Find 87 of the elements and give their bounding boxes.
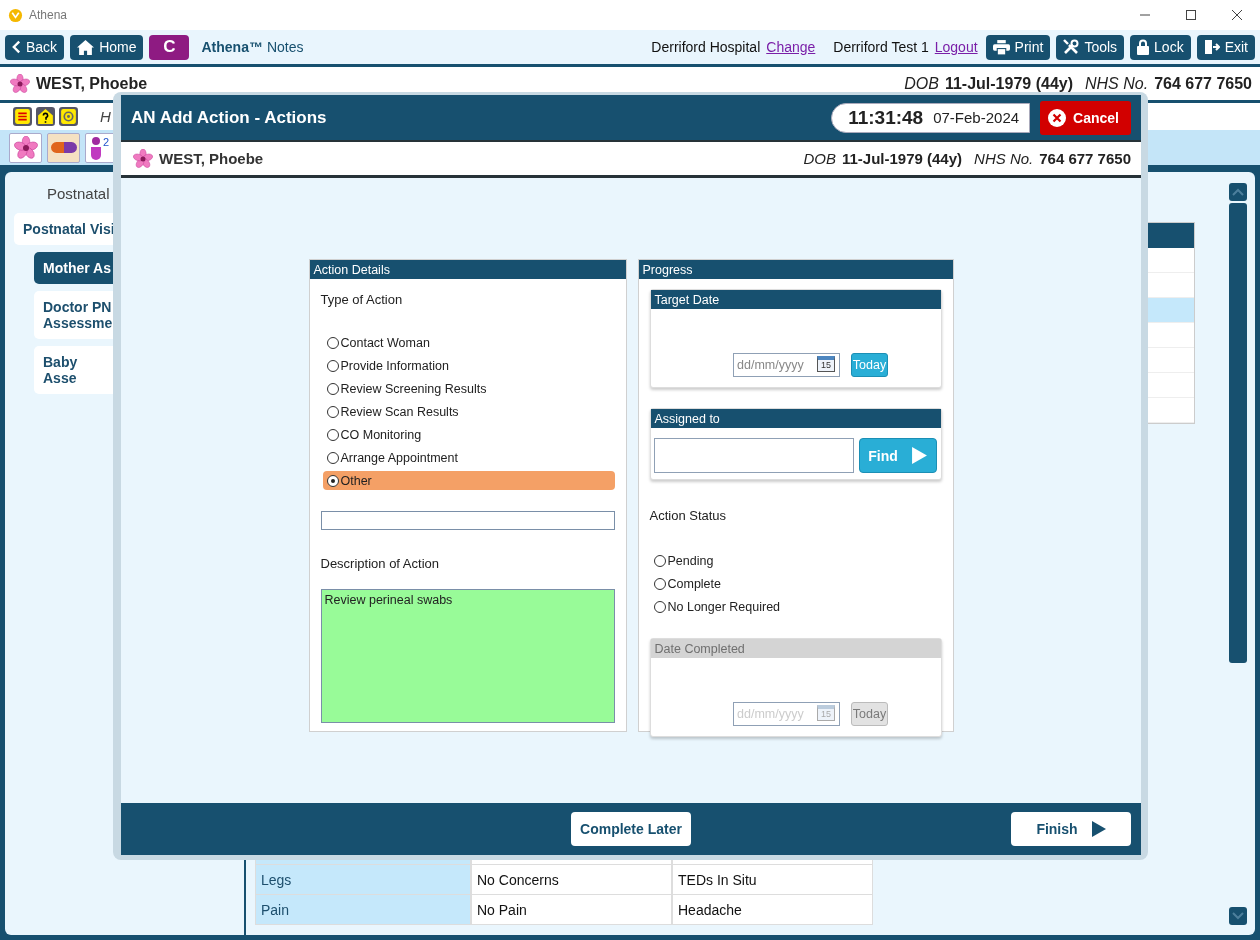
flower-icon [133,148,153,169]
radio-option[interactable]: No Longer Required [649,597,942,616]
flower-button[interactable] [9,132,42,163]
print-button[interactable]: Print [985,34,1051,60]
lock-icon [1137,39,1150,55]
lock-button[interactable]: Lock [1130,34,1191,60]
radio-option[interactable]: Arrange Appointment [322,448,615,467]
gear-icon [59,107,78,126]
field-label: Action Status [649,508,728,523]
description-field[interactable]: Review perineal swabs [320,589,615,723]
home-icon [77,39,95,55]
close-icon [1048,108,1067,127]
app-name: Notes [266,39,304,55]
app-logo-icon [8,7,23,23]
play-icon [911,447,927,464]
tools-icon [1063,39,1080,55]
radio-option[interactable]: CO Monitoring [322,425,615,444]
nhs-label: NHS No. [974,150,1034,167]
exit-button[interactable]: Exit [1196,34,1255,60]
scroll-up-button[interactable] [1229,183,1247,201]
cancel-button[interactable]: Cancel [1040,100,1131,135]
table-cell: No Pain [471,895,672,925]
clock-time: 11:31:48 [848,106,924,129]
person-icon [90,135,102,160]
table-cell: TEDs In Situ [672,865,873,895]
scroll-down-button[interactable] [1229,907,1247,925]
close-icon [1231,9,1243,21]
table-cell: Pain [255,895,471,925]
calendar-button[interactable]: 15 [817,356,835,372]
chevron-up-icon [1232,188,1244,196]
alert-icon [13,107,32,126]
alert-text: H [100,108,111,125]
chevron-down-icon [1232,912,1244,920]
panel-header: Action Details [309,260,626,279]
window-title: Athena [29,8,68,22]
radio-option[interactable]: Provide Information [322,356,615,375]
field-label: Description of Action [320,556,440,571]
home-button[interactable]: Home [70,34,144,60]
dialog-title: AN Add Action - Actions [131,107,327,128]
card-header: Assigned to [650,409,941,428]
other-text-field[interactable] [320,511,615,530]
nhs-value: 764 677 7650 [1039,150,1131,167]
card-header: Target Date [650,290,941,309]
dob-label: DOB [904,74,939,93]
tools-button[interactable]: Tools [1056,34,1125,60]
capsule-icon [50,142,77,153]
dob-value: 11-Jul-1979 (44y) [841,150,963,167]
radio-option[interactable]: Contact Woman [322,333,615,352]
location-text: Derriford Hospital [651,39,761,55]
patient-name: WEST, Phoebe [159,150,264,167]
field-label: Type of Action [320,292,404,307]
play-icon [1091,821,1106,837]
table-cell: No Concerns [471,865,672,895]
printer-icon [992,39,1010,55]
radio-option[interactable]: Review Screening Results [322,379,615,398]
help-icon [36,107,55,126]
flower-icon [10,73,30,94]
change-link[interactable]: Change [766,39,816,55]
nhs-label: NHS No. [1085,74,1149,93]
table-cell: Headache [672,895,873,925]
exit-icon [1203,39,1220,55]
dob-value: 11-Jul-1979 (44y) [944,74,1073,93]
scrollbar-thumb[interactable] [1229,203,1247,663]
radio-option[interactable]: Complete [649,574,942,593]
nhs-value: 764 677 7650 [1154,74,1252,93]
radio-option[interactable]: Pending [649,551,942,570]
flower-icon [13,135,38,160]
section-heading: Postnatal [46,185,111,202]
chevron-left-icon [12,40,21,54]
card-header: Date Completed [650,639,941,658]
logout-link[interactable]: Logout [934,39,978,55]
patient-name: WEST, Phoebe [36,74,148,93]
complete-later-button[interactable]: Complete Later [571,812,691,846]
user-text: Derriford Test 1 [833,39,929,55]
letter-button[interactable]: C [149,34,190,60]
dob-label: DOB [803,150,836,167]
radio-option[interactable]: Review Scan Results [322,402,615,421]
radio-option[interactable]: Other [322,471,615,490]
brand-name: Athena™ [201,39,263,55]
assignee-field[interactable] [653,438,854,473]
finish-button[interactable]: Finish [1011,812,1131,846]
clock-date: 07-Feb-2024 [933,109,1020,126]
back-button[interactable]: Back [5,34,65,60]
table-cell: Legs [255,865,471,895]
panel-header: Progress [638,260,953,279]
medication-button[interactable] [47,132,80,163]
maximize-icon [1185,9,1197,21]
